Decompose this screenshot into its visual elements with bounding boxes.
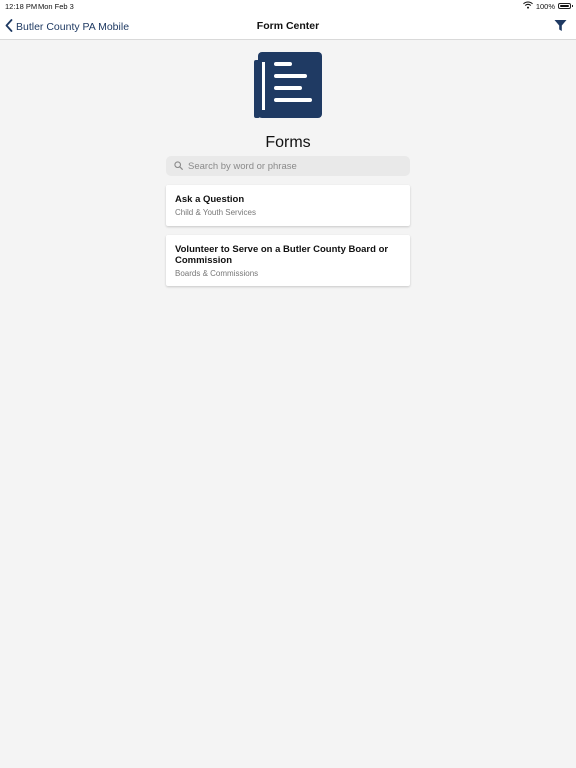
battery-icon (558, 3, 573, 9)
forms-document-icon (254, 52, 322, 120)
status-right: 100% (522, 1, 573, 11)
forms-heading: Forms (265, 134, 311, 151)
search-icon (174, 157, 183, 175)
wifi-icon (522, 1, 533, 11)
form-title: Volunteer to Serve on a Butler County Bo… (175, 244, 389, 266)
battery-percent: 100% (535, 1, 555, 11)
status-bar: 12:18 PM Mon Feb 3 100% (0, 0, 576, 12)
form-card-volunteer[interactable]: Volunteer to Serve on a Butler County Bo… (166, 235, 410, 286)
search-bar[interactable] (166, 156, 410, 176)
form-title: Ask a Question (175, 194, 245, 205)
battery-fill (560, 5, 569, 7)
form-category: Child & Youth Services (175, 208, 256, 217)
status-time: 12:18 PM (5, 2, 38, 11)
page-title: Form Center (256, 20, 320, 32)
filter-icon[interactable] (554, 19, 567, 32)
status-date: Mon Feb 3 (38, 2, 74, 11)
search-input[interactable] (188, 160, 398, 172)
form-category: Boards & Commissions (175, 269, 259, 278)
navigation-bar: Butler County PA Mobile Form Center (0, 12, 576, 40)
form-card-ask-a-question[interactable]: Ask a Question Child & Youth Services (166, 185, 410, 226)
